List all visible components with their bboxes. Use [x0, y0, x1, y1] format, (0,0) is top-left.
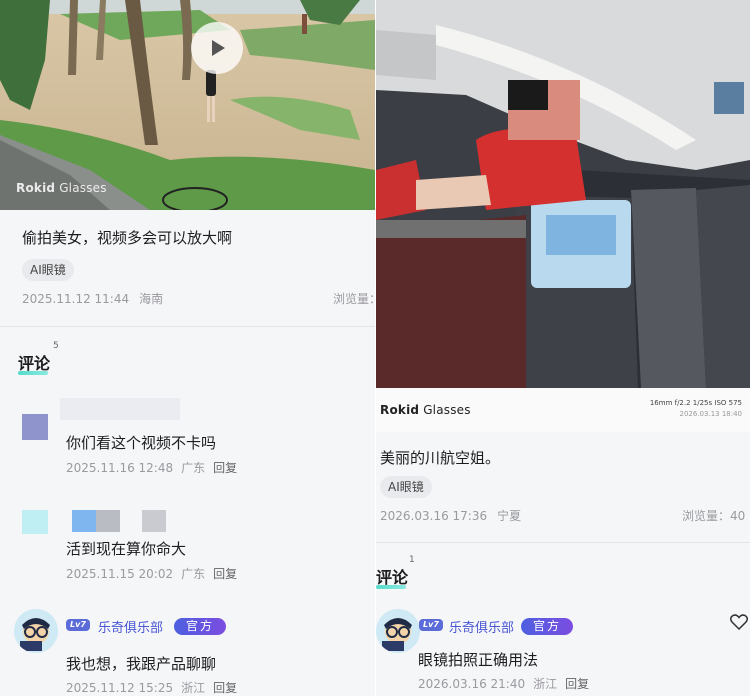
airplane-cabin-image [376, 0, 750, 388]
comment-date: 2025.11.16 12:48 [66, 461, 174, 475]
post-location: 宁夏 [497, 509, 522, 523]
redacted-username [96, 510, 120, 532]
avatar[interactable] [14, 609, 58, 653]
post-meta: 2026.03.16 17:36 宁夏 [380, 507, 521, 524]
mascot-avatar-icon [376, 609, 420, 653]
reply-button[interactable]: 回复 [565, 677, 589, 691]
avatar[interactable] [22, 414, 48, 440]
official-badge: 官方 [521, 618, 574, 635]
post-title: 偷拍美女，视频多会可以放大啊 [22, 229, 233, 247]
comment-meta: 2025.11.16 12:48 广东 回复 [66, 459, 237, 476]
comment-location: 广东 [181, 567, 206, 581]
view-count: 浏览量：40 [682, 509, 746, 523]
post-title: 美丽的川航空姐。 [380, 449, 501, 467]
comment-meta: 2025.11.12 15:25 浙江 回复 [66, 679, 237, 696]
comments-header: 评论 [376, 564, 409, 589]
comment-location: 浙江 [181, 681, 206, 695]
comment-meta: 2025.11.15 20:02 广东 回复 [66, 565, 237, 582]
video-thumbnail[interactable]: Rokid Glasses [0, 0, 375, 210]
post-meta: 2025.11.12 11:44 海南 [22, 290, 163, 307]
comment-count: 1 [409, 555, 415, 565]
beach-scene-image [0, 0, 375, 210]
right-post-panel: Rokid Glasses 16mm f/2.2 1/25s ISO 575 2… [376, 0, 750, 696]
rokid-watermark: Rokid Glasses [16, 181, 107, 195]
comment-text: 你们看这个视频不卡吗 [66, 434, 217, 452]
exif-text: 16mm f/2.2 1/25s ISO 575 [649, 399, 742, 407]
level-badge: Lv7 [66, 619, 90, 631]
post-date: 2025.11.12 11:44 [22, 292, 130, 306]
official-badge: 官方 [174, 618, 227, 635]
divider [0, 326, 375, 327]
reply-button[interactable]: 回复 [213, 567, 237, 581]
play-icon [212, 40, 225, 56]
avatar[interactable] [376, 609, 420, 653]
play-button[interactable] [191, 22, 243, 74]
photo-card[interactable]: Rokid Glasses 16mm f/2.2 1/25s ISO 575 2… [376, 0, 750, 432]
username[interactable]: 乐奇俱乐部 [98, 617, 163, 636]
username[interactable]: 乐奇俱乐部 [449, 617, 514, 636]
camera-info: 16mm f/2.2 1/25s ISO 575 2026.03.13 18:4… [650, 398, 742, 420]
avatar[interactable] [22, 510, 48, 534]
comment-date: 2025.11.12 15:25 [66, 681, 174, 695]
comments-label: 评论 [18, 354, 51, 373]
comments-header: 评论 [18, 350, 51, 375]
level-badge: Lv7 [419, 619, 443, 631]
comment-text: 我也想，我跟产品聊聊 [66, 655, 217, 673]
redacted-username [142, 510, 166, 532]
mascot-avatar-icon [14, 609, 58, 653]
reply-button[interactable]: 回复 [213, 681, 237, 695]
comment-date: 2026.03.16 21:40 [418, 677, 526, 691]
capture-date: 2026.03.13 18:40 [679, 410, 742, 418]
redacted-username [60, 398, 180, 420]
comment-location: 浙江 [533, 677, 558, 691]
topic-tag[interactable]: AI眼镜 [380, 476, 432, 498]
comment-text: 眼镜拍照正确用法 [418, 651, 539, 669]
comment-location: 广东 [181, 461, 206, 475]
view-count: 浏览量： [333, 292, 375, 306]
comments-label: 评论 [376, 568, 409, 587]
comment-date: 2025.11.15 20:02 [66, 567, 174, 581]
rokid-watermark: Rokid Glasses [380, 403, 471, 417]
topic-tag[interactable]: AI眼镜 [22, 259, 74, 281]
divider [376, 542, 750, 543]
post-date: 2026.03.16 17:36 [380, 509, 488, 523]
comment-meta: 2026.03.16 21:40 浙江 回复 [418, 675, 589, 692]
comment-text: 活到现在算你命大 [66, 540, 187, 558]
reply-button[interactable]: 回复 [213, 461, 237, 475]
heart-icon[interactable] [730, 614, 748, 630]
comment-count: 5 [53, 341, 59, 351]
redacted-username [72, 510, 96, 532]
left-post-panel: Rokid Glasses 偷拍美女，视频多会可以放大啊 AI眼镜 2025.1… [0, 0, 375, 696]
post-location: 海南 [139, 292, 164, 306]
